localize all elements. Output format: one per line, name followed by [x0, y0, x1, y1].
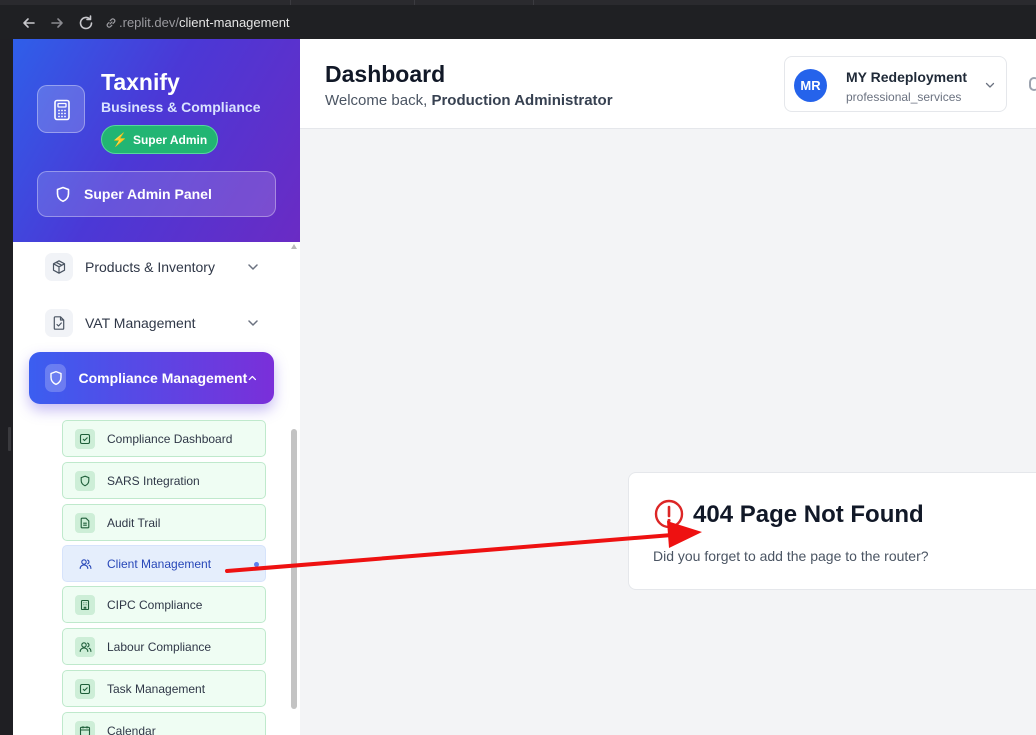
main-content: Dashboard Welcome back, Production Admin…: [300, 39, 1036, 735]
submenu-item-label: SARS Integration: [107, 473, 200, 488]
submenu-item-label: Client Management: [107, 556, 212, 571]
browser-toolbar: .replit.dev/client-management: [0, 5, 1036, 39]
submenu-item-task-management[interactable]: Task Management: [62, 670, 266, 707]
chevron-down-icon: [248, 264, 258, 270]
not-found-card: 404 Page Not Found Did you forget to add…: [628, 472, 1036, 590]
resize-handle[interactable]: [8, 427, 11, 451]
box-icon: [45, 253, 73, 281]
company-switcher[interactable]: MR MY Redeployment professional_services: [784, 56, 1007, 112]
shield-icon: [75, 470, 95, 491]
submenu-item-label: Audit Trail: [107, 515, 161, 530]
url-domain: .replit.dev/: [119, 15, 179, 30]
sidebar-item-label: Compliance Management: [78, 370, 248, 386]
submenu-item-compliance-dashboard[interactable]: Compliance Dashboard: [62, 420, 266, 457]
sidebar: Taxnify Business & Compliance ⚡ Super Ad…: [13, 39, 300, 735]
submenu-item-client-management[interactable]: Client Management: [62, 545, 266, 582]
sidebar-item-vat-management[interactable]: VAT Management: [29, 297, 274, 349]
submenu-item-label: Task Management: [107, 681, 206, 696]
top-header: Dashboard Welcome back, Production Admin…: [300, 39, 1036, 129]
sidebar-item-compliance-management[interactable]: Compliance Management: [29, 352, 274, 404]
submenu-item-cipc-compliance[interactable]: CIPC Compliance: [62, 586, 266, 623]
sidebar-item-label: Products & Inventory: [85, 259, 215, 275]
submenu-item-sars-integration[interactable]: SARS Integration: [62, 462, 266, 499]
site-info-icon[interactable]: [104, 16, 118, 30]
sidebar-item-label: VAT Management: [85, 315, 196, 331]
chevron-down-icon: [248, 320, 258, 326]
scroll-up-arrow[interactable]: [291, 244, 297, 249]
file-check-icon: [45, 309, 73, 337]
submenu-item-label: Labour Compliance: [107, 639, 212, 654]
calendar-icon: [75, 720, 95, 735]
super-admin-panel-button[interactable]: Super Admin Panel: [37, 171, 276, 217]
submenu-item-label: CIPC Compliance: [107, 597, 203, 612]
panel-button-label: Super Admin Panel: [84, 186, 212, 202]
submenu-item-label: Compliance Dashboard: [107, 431, 233, 446]
calculator-icon: [37, 85, 85, 133]
shield-icon: [45, 364, 67, 392]
window-edge: [0, 39, 13, 735]
submenu-item-labour-compliance[interactable]: Labour Compliance: [62, 628, 266, 665]
error-title: 404 Page Not Found: [693, 501, 924, 528]
sidebar-header: Taxnify Business & Compliance ⚡ Super Ad…: [13, 39, 300, 242]
app-subtitle: Business & Compliance: [101, 99, 261, 115]
company-avatar: MR: [794, 69, 827, 102]
users-icon: [75, 554, 95, 574]
submenu-item-audit-trail[interactable]: Audit Trail: [62, 504, 266, 541]
reload-icon[interactable]: [76, 13, 96, 33]
submenu-item-calendar[interactable]: Calendar: [62, 712, 266, 735]
app-name: Taxnify: [101, 69, 180, 95]
address-bar[interactable]: .replit.dev/client-management: [119, 15, 290, 30]
url-path: client-management: [178, 15, 290, 30]
checkbox-icon: [75, 428, 95, 449]
sidebar-scrollbar-thumb[interactable]: [291, 429, 297, 709]
lightning-icon: ⚡: [111, 131, 128, 147]
super-admin-badge: ⚡ Super Admin: [101, 125, 218, 154]
badge-label: Super Admin: [132, 132, 208, 147]
company-name: MY Redeployment: [846, 69, 968, 85]
submenu-item-label: Calendar: [107, 723, 156, 735]
chevron-up-icon: [248, 375, 257, 381]
checkbox-icon: [75, 678, 95, 699]
company-type: professional_services: [846, 90, 962, 104]
back-arrow-icon[interactable]: [19, 13, 39, 33]
alert-circle-icon: [654, 499, 684, 529]
page-title: Dashboard: [325, 61, 446, 87]
forward-arrow-icon[interactable]: [47, 13, 67, 33]
chevron-down-icon: [985, 82, 995, 88]
user-name: Production Administrator: [431, 92, 613, 109]
sidebar-item-products-inventory[interactable]: Products & Inventory: [29, 241, 274, 293]
welcome-prefix: Welcome back,: [325, 92, 428, 109]
building-icon: [75, 594, 95, 615]
welcome-text: Welcome back, Production Administrator: [325, 92, 613, 109]
active-indicator-dot: [254, 562, 259, 567]
users-icon: [75, 636, 95, 657]
shield-icon: [56, 186, 70, 202]
error-message: Did you forget to add the page to the ro…: [653, 548, 929, 564]
notification-icon[interactable]: [1029, 77, 1036, 91]
document-icon: [75, 512, 95, 533]
